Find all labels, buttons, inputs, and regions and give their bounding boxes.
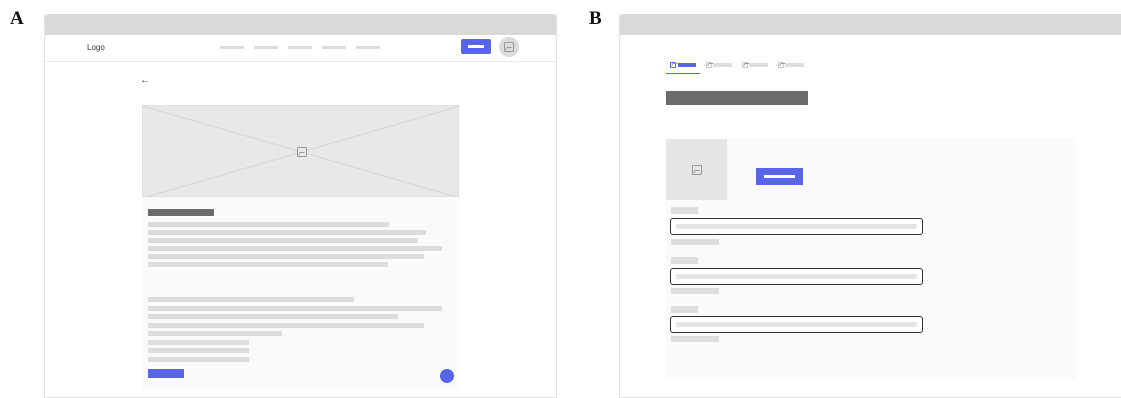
nav-item[interactable]	[356, 46, 380, 49]
image-placeholder-icon	[742, 62, 748, 68]
tab[interactable]	[740, 61, 772, 73]
text-line	[148, 323, 424, 328]
text-line	[148, 246, 442, 251]
image-placeholder-icon	[778, 62, 784, 68]
field-label	[671, 257, 698, 264]
primary-button[interactable]	[148, 369, 184, 378]
text-line	[148, 238, 418, 243]
text-input[interactable]	[670, 316, 923, 333]
text-input[interactable]	[670, 268, 923, 285]
field-label	[671, 306, 698, 313]
text-line	[148, 357, 249, 362]
panel-label-a: A	[10, 8, 24, 29]
nav-item[interactable]	[288, 46, 312, 49]
tab-bar	[666, 61, 806, 75]
tab-active[interactable]	[666, 61, 700, 74]
logo-text: Logo	[87, 43, 105, 52]
tab[interactable]	[704, 61, 736, 73]
field-label	[671, 207, 698, 214]
text-line	[148, 348, 249, 353]
text-line	[148, 230, 426, 235]
arrow-left-icon[interactable]: ←	[140, 76, 150, 86]
header-cta-button[interactable]	[461, 39, 491, 54]
image-placeholder-icon	[692, 165, 702, 175]
field-hint	[671, 239, 719, 245]
panel-label-b: B	[589, 8, 602, 29]
text-line	[148, 306, 442, 311]
nav-item[interactable]	[220, 46, 244, 49]
image-placeholder-icon	[706, 62, 712, 68]
article-heading	[148, 209, 214, 216]
text-line	[148, 340, 249, 345]
image-placeholder-icon	[504, 42, 514, 52]
text-line	[148, 314, 398, 319]
text-input[interactable]	[670, 218, 923, 235]
image-placeholder-icon	[297, 147, 307, 157]
text-line	[148, 222, 389, 227]
article-card	[142, 197, 459, 390]
nav-item[interactable]	[254, 46, 278, 49]
tab[interactable]	[776, 61, 808, 73]
site-header: Logo	[45, 35, 556, 62]
page-title	[666, 91, 808, 105]
text-line	[148, 331, 282, 336]
text-line	[148, 297, 354, 302]
upload-button[interactable]	[756, 168, 803, 185]
text-line	[148, 262, 388, 267]
field-hint	[671, 288, 719, 294]
nav-item[interactable]	[322, 46, 346, 49]
wireframe-b-window	[619, 14, 1121, 398]
floating-action-button[interactable]	[440, 369, 454, 383]
wireframe-a-window: Logo ←	[44, 14, 557, 398]
window-titlebar	[45, 14, 556, 35]
hero-image-placeholder	[142, 105, 460, 198]
image-placeholder-icon	[670, 62, 676, 68]
field-hint	[671, 336, 719, 342]
profile-form-card	[666, 139, 1076, 379]
avatar[interactable]	[499, 37, 519, 57]
text-line	[148, 254, 424, 259]
profile-image-placeholder	[666, 139, 727, 200]
window-titlebar	[620, 14, 1121, 35]
